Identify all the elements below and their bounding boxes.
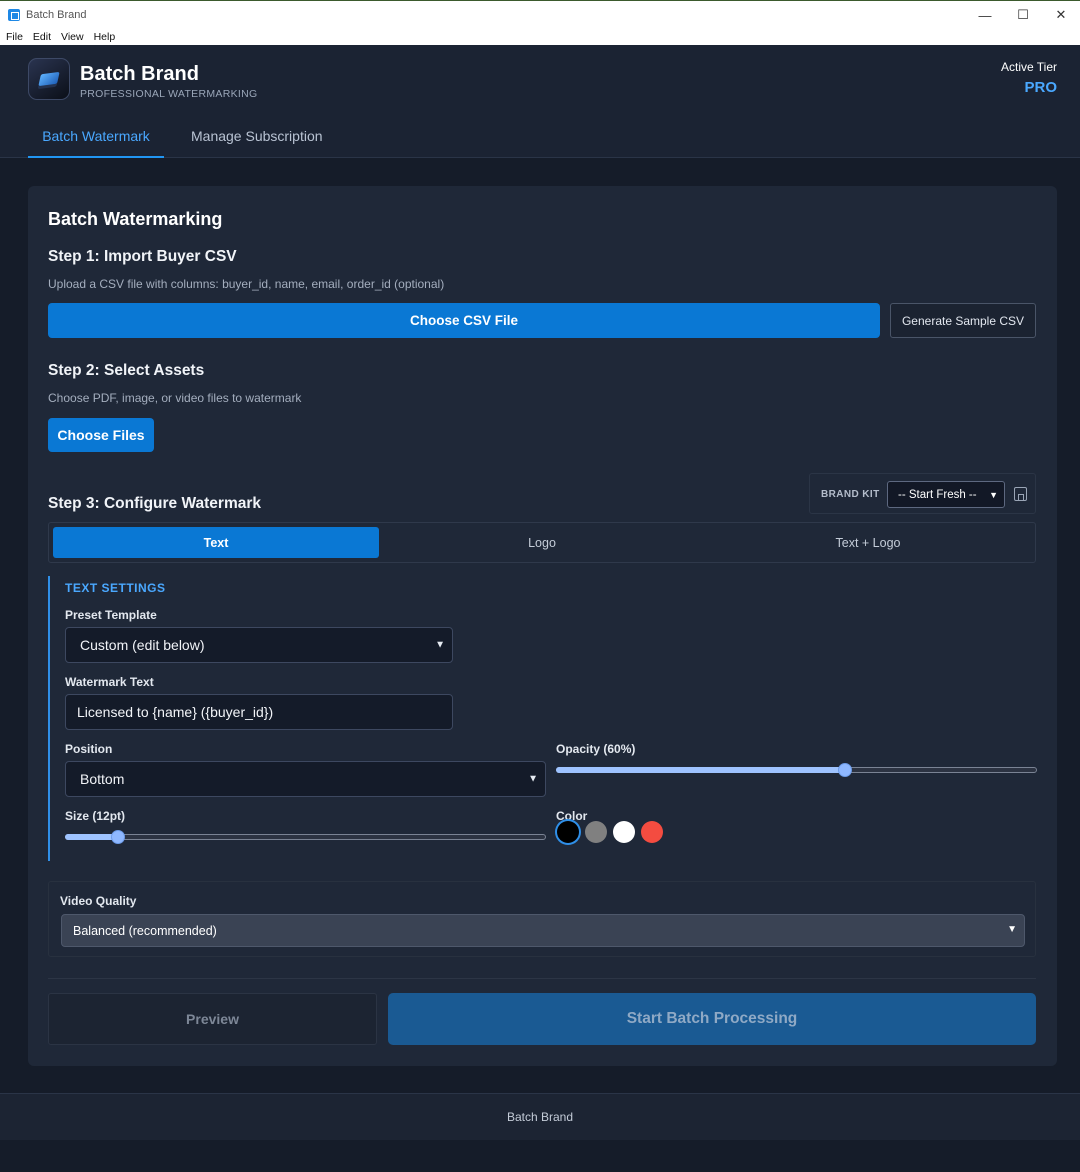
step1-description: Upload a CSV file with columns: buyer_id…: [48, 277, 445, 291]
video-quality-panel: Video Quality Balanced (recommended) ▼: [48, 881, 1036, 957]
video-quality-label: Video Quality: [60, 894, 137, 908]
tab-text-logo[interactable]: Text + Logo: [705, 527, 1031, 558]
brand-kit-select[interactable]: -- Start Fresh -- ▼: [887, 481, 1005, 508]
size-slider-thumb[interactable]: [111, 830, 125, 844]
chevron-down-icon: ▼: [528, 773, 538, 785]
divider: [48, 978, 1036, 979]
size-slider[interactable]: [65, 830, 546, 844]
save-icon[interactable]: [1014, 487, 1027, 501]
position-select[interactable]: Bottom ▼: [65, 761, 546, 797]
video-quality-select[interactable]: Balanced (recommended) ▼: [61, 914, 1025, 947]
brand-kit-label: BRAND KIT: [821, 489, 880, 500]
tier-badge: PRO: [1024, 79, 1057, 96]
brand-kit-panel: BRAND KIT -- Start Fresh -- ▼: [809, 473, 1036, 514]
choose-csv-button[interactable]: Choose CSV File: [48, 303, 880, 338]
choose-files-button[interactable]: Choose Files: [48, 418, 154, 452]
brand-logo: [28, 58, 70, 100]
chevron-down-icon: ▼: [1007, 924, 1017, 935]
watermark-text-value: Licensed to {name} ({buyer_id}): [77, 704, 274, 720]
chevron-down-icon: ▼: [989, 490, 998, 500]
brand-kit-select-value: -- Start Fresh --: [898, 488, 977, 501]
close-button[interactable]: ✕: [1042, 1, 1080, 29]
start-batch-processing-button[interactable]: Start Batch Processing: [388, 993, 1036, 1045]
watermark-text-label: Watermark Text: [65, 675, 154, 689]
tier-label: Active Tier: [1000, 60, 1057, 74]
color-swatch-white[interactable]: [613, 821, 635, 843]
menu-edit[interactable]: Edit: [33, 31, 51, 43]
text-settings-label: TEXT SETTINGS: [65, 581, 166, 595]
step2-heading: Step 2: Select Assets: [48, 362, 205, 379]
tab-text[interactable]: Text: [53, 527, 379, 558]
menu-file[interactable]: File: [6, 31, 23, 43]
menu-view[interactable]: View: [61, 31, 84, 43]
maximize-button[interactable]: ☐: [1004, 1, 1042, 29]
step2-description: Choose PDF, image, or video files to wat…: [48, 391, 302, 405]
opacity-slider-thumb[interactable]: [838, 763, 852, 777]
step1-heading: Step 1: Import Buyer CSV: [48, 248, 237, 265]
footer: Batch Brand: [0, 1093, 1080, 1140]
position-value: Bottom: [80, 771, 125, 787]
menu-bar: File Edit View Help: [0, 28, 1080, 45]
opacity-slider[interactable]: [556, 763, 1037, 777]
size-label: Size (12pt): [65, 809, 126, 823]
app-icon: [8, 8, 20, 21]
preset-template-value: Custom (edit below): [80, 637, 205, 653]
opacity-slider-fill: [556, 767, 845, 773]
size-slider-track: [65, 834, 546, 840]
logo-mark: [38, 71, 60, 87]
footer-text: Batch Brand: [506, 1110, 574, 1124]
minimize-button[interactable]: —: [966, 1, 1004, 29]
color-swatch-red[interactable]: [641, 821, 663, 843]
preset-template-label: Preset Template: [65, 608, 157, 622]
watermark-text-input[interactable]: Licensed to {name} ({buyer_id}): [65, 694, 453, 730]
generate-sample-csv-button[interactable]: Generate Sample CSV: [890, 303, 1036, 338]
preset-template-select[interactable]: Custom (edit below) ▼: [65, 627, 453, 663]
opacity-label: Opacity (60%): [556, 742, 636, 756]
batch-watermarking-card: Batch Watermarking Step 1: Import Buyer …: [28, 186, 1057, 1066]
color-swatch-gray[interactable]: [585, 821, 607, 843]
video-quality-value: Balanced (recommended): [73, 923, 217, 938]
brand-tagline: PROFESSIONAL WATERMARKING: [80, 88, 258, 100]
color-swatch-black[interactable]: [557, 821, 579, 843]
tab-manage-subscription[interactable]: Manage Subscription: [191, 128, 323, 144]
chevron-down-icon: ▼: [435, 639, 445, 651]
window-controls: — ☐ ✕: [966, 1, 1080, 29]
preview-button[interactable]: Preview: [48, 993, 377, 1045]
brand-name: Batch Brand: [80, 63, 199, 85]
app-header: Batch Brand PROFESSIONAL WATERMARKING Ac…: [0, 45, 1080, 158]
page-title: Batch Watermarking: [48, 209, 223, 229]
window-titlebar: Batch Brand — ☐ ✕: [0, 0, 1080, 28]
position-label: Position: [65, 742, 113, 756]
window-title: Batch Brand: [26, 8, 87, 21]
menu-help[interactable]: Help: [94, 31, 116, 43]
watermark-mode-tabs: Text Logo Text + Logo: [48, 522, 1036, 563]
step3-heading: Step 3: Configure Watermark: [48, 495, 262, 512]
tab-batch-watermark[interactable]: Batch Watermark: [28, 128, 164, 158]
tab-logo[interactable]: Logo: [379, 527, 705, 558]
text-settings-panel: TEXT SETTINGS Preset Template Custom (ed…: [48, 576, 1037, 861]
